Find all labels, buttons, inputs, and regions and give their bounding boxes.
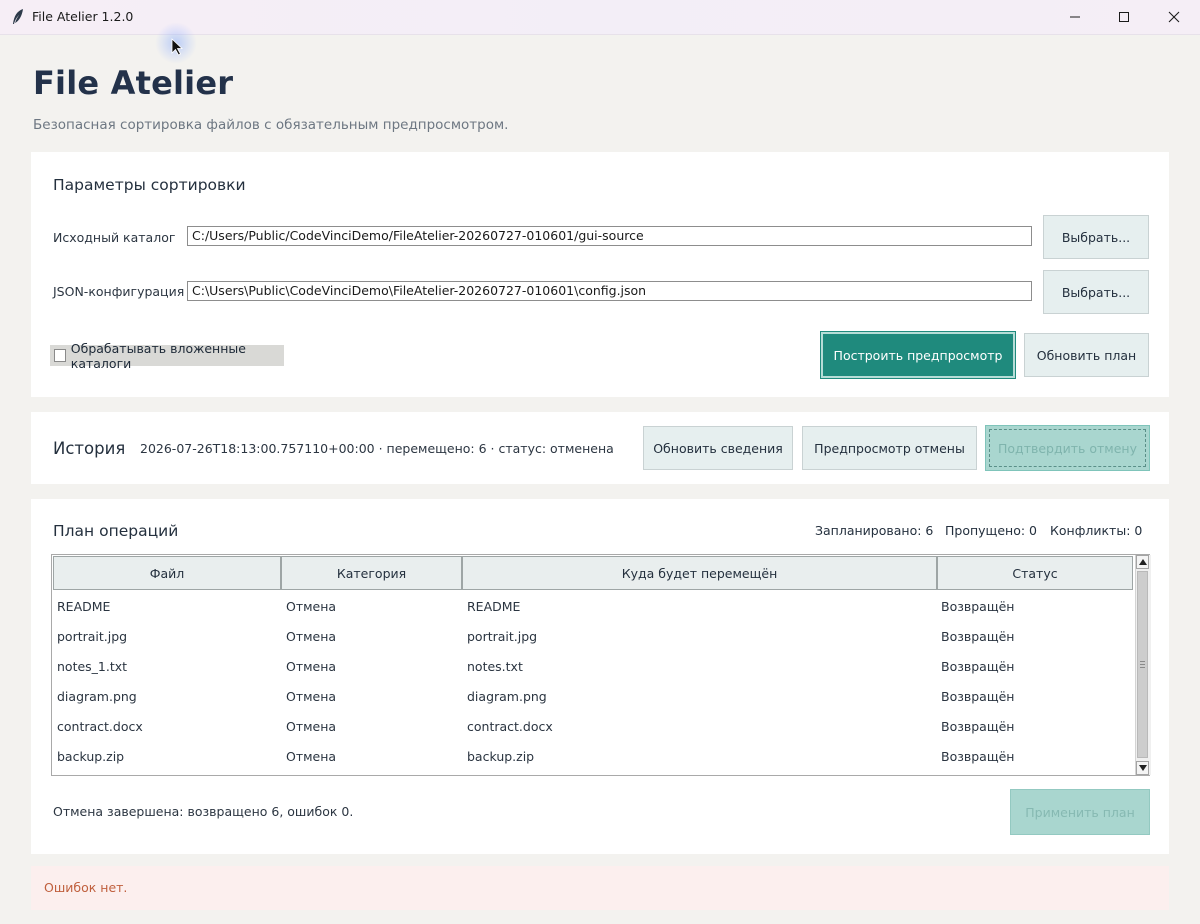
column-header-status[interactable]: Статус: [937, 556, 1133, 590]
refresh-plan-button[interactable]: Обновить план: [1024, 333, 1149, 377]
json-config-label: JSON-конфигурация: [53, 284, 185, 299]
history-title: История: [53, 439, 126, 458]
recursive-checkbox[interactable]: Обрабатывать вложенные каталоги: [50, 341, 284, 371]
build-preview-button[interactable]: Построить предпросмотр: [820, 331, 1016, 379]
cell-file: diagram.png: [57, 689, 137, 704]
cell-status: Возвращён: [941, 629, 1015, 644]
window-title: File Atelier 1.2.0: [32, 9, 134, 24]
table-row[interactable]: portrait.jpg Отмена portrait.jpg Возвращ…: [52, 625, 1134, 655]
cell-file: notes_1.txt: [57, 659, 128, 674]
stat-planned: Запланировано: 6: [815, 523, 934, 538]
feather-icon: [13, 9, 23, 24]
table-row[interactable]: contract.docx Отмена contract.docx Возвр…: [52, 715, 1134, 745]
cell-status: Возвращён: [941, 599, 1015, 614]
cell-destination: notes.txt: [467, 659, 523, 674]
apply-plan-button[interactable]: Применить план: [1010, 789, 1150, 835]
maximize-icon: [1119, 12, 1129, 22]
error-bar: Ошибок нет.: [31, 866, 1169, 910]
recursive-checkbox-label: Обрабатывать вложенные каталоги: [70, 340, 246, 371]
cell-destination: contract.docx: [467, 719, 553, 734]
stat-conflicts: Конфликты: 0: [1050, 523, 1143, 538]
cell-category: Отмена: [286, 629, 337, 644]
error-text: Ошибок нет.: [44, 880, 128, 895]
cell-destination: diagram.png: [467, 689, 547, 704]
cell-status: Возвращён: [941, 719, 1015, 734]
table-row[interactable]: backup.zip Отмена backup.zip Возвращён: [52, 745, 1134, 775]
minimize-icon: [1070, 16, 1080, 18]
table-row[interactable]: diagram.png Отмена diagram.png Возвращён: [52, 685, 1134, 715]
scroll-thumb[interactable]: [1137, 571, 1148, 758]
maximize-button[interactable]: [1099, 0, 1149, 34]
close-button[interactable]: [1149, 0, 1199, 34]
cell-status: Возвращён: [941, 749, 1015, 764]
confirm-undo-button[interactable]: Подтвердить отмену: [985, 425, 1150, 471]
app-subtitle: Безопасная сортировка файлов с обязатель…: [33, 117, 509, 133]
arrow-up-icon: [1138, 559, 1147, 565]
app-title: File Atelier: [33, 64, 234, 102]
cell-status: Возвращён: [941, 689, 1015, 704]
arrow-down-icon: [1138, 765, 1147, 771]
source-dir-label: Исходный каталог: [53, 230, 176, 245]
mouse-cursor-icon: [171, 38, 184, 56]
column-header-category[interactable]: Категория: [281, 556, 462, 590]
cell-destination: README: [467, 599, 521, 614]
table-row[interactable]: README Отмена README Возвращён: [52, 595, 1134, 625]
grip-line: [1140, 664, 1145, 665]
cell-file: backup.zip: [57, 749, 125, 764]
json-config-input[interactable]: C:\Users\Public\CodeVinciDemo\FileAtelie…: [187, 281, 1032, 301]
refresh-info-button[interactable]: Обновить сведения: [643, 426, 793, 470]
cell-category: Отмена: [286, 749, 337, 764]
minimize-button[interactable]: [1050, 0, 1100, 34]
column-header-file[interactable]: Файл: [53, 556, 281, 590]
cell-destination: backup.zip: [467, 749, 535, 764]
cell-category: Отмена: [286, 719, 337, 734]
grip-line: [1140, 667, 1145, 668]
column-header-destination[interactable]: Куда будет перемещён: [462, 556, 937, 590]
scroll-up-button[interactable]: [1136, 555, 1149, 569]
cell-category: Отмена: [286, 689, 337, 704]
stat-skipped: Пропущено: 0: [945, 523, 1037, 538]
cell-category: Отмена: [286, 659, 337, 674]
scroll-down-button[interactable]: [1136, 761, 1149, 775]
cell-status: Возвращён: [941, 659, 1015, 674]
plan-status-message: Отмена завершена: возвращено 6, ошибок 0…: [53, 804, 354, 819]
cell-file: README: [57, 599, 111, 614]
sort-params-title: Параметры сортировки: [53, 176, 246, 194]
config-browse-button[interactable]: Выбрать...: [1043, 270, 1149, 314]
plan-title: План операций: [53, 522, 179, 540]
undo-preview-button[interactable]: Предпросмотр отмены: [802, 426, 977, 470]
cell-file: portrait.jpg: [57, 629, 128, 644]
cell-destination: portrait.jpg: [467, 629, 538, 644]
cell-file: contract.docx: [57, 719, 143, 734]
focus-ring: [989, 429, 1146, 467]
checkbox-box[interactable]: [54, 349, 66, 362]
source-browse-button[interactable]: Выбрать...: [1043, 215, 1149, 259]
history-info: 2026-07-26T18:13:00.757110+00:00 · перем…: [140, 441, 614, 456]
grip-line: [1140, 661, 1145, 662]
cell-category: Отмена: [286, 599, 337, 614]
table-row[interactable]: notes_1.txt Отмена notes.txt Возвращён: [52, 655, 1134, 685]
source-dir-input[interactable]: C:/Users/Public/CodeVinciDemo/FileAtelie…: [187, 226, 1032, 246]
close-icon: [1168, 11, 1180, 23]
